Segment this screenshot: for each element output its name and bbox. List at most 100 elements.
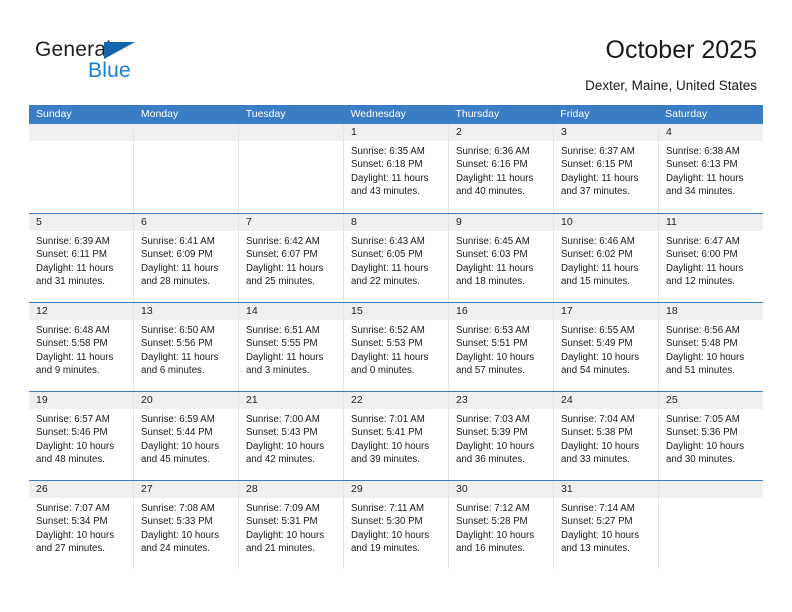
- day-number: 1: [344, 124, 448, 141]
- day-info-line: Sunrise: 7:14 AM: [561, 503, 635, 514]
- day-number: 19: [29, 392, 133, 409]
- day-info-line: Daylight: 10 hours: [36, 440, 115, 452]
- calendar-day-cell[interactable]: 6 Sunrise: 6:41 AM Sunset: 6:09 PM Daylight…: [134, 214, 239, 302]
- calendar-day-cell[interactable]: 19 Sunrise: 6:57 AM Sunset: 5:46 PM Dayligh…: [29, 392, 134, 480]
- day-number: 31: [554, 481, 658, 498]
- day-sun-info: Sunrise: 7:01 AM Sunset: 5:41 PM Daylight:…: [344, 409, 448, 467]
- day-info-line: Daylight: 11 hours: [141, 262, 219, 274]
- day-info-line: Daylight: 10 hours: [351, 440, 430, 452]
- calendar-day-cell[interactable]: 31 Sunrise: 7:14 AM Sunset: 5:27 PM Dayligh…: [554, 481, 659, 569]
- page-subtitle: Dexter, Maine, United States: [585, 78, 757, 93]
- day-number: 12: [29, 303, 133, 320]
- day-info-line: Sunset: 6:02 PM: [561, 249, 633, 261]
- day-info-line: Sunrise: 6:37 AM: [561, 146, 635, 157]
- day-info-line: Sunrise: 6:41 AM: [141, 236, 215, 247]
- page-title: October 2025: [605, 36, 758, 64]
- day-sun-info: Sunrise: 7:09 AM Sunset: 5:31 PM Daylight:…: [239, 498, 343, 556]
- day-number: 23: [449, 392, 553, 409]
- day-info-line: and 25 minutes.: [246, 276, 315, 288]
- calendar-week-row: 26 Sunrise: 7:07 AM Sunset: 5:34 PM Dayligh…: [29, 480, 763, 569]
- calendar-day-cell[interactable]: 5 Sunrise: 6:39 AM Sunset: 6:11 PM Daylight…: [29, 214, 134, 302]
- day-info-line: Daylight: 11 hours: [561, 172, 639, 184]
- day-number: 15: [344, 303, 448, 320]
- day-info-line: Sunrise: 6:48 AM: [36, 325, 110, 336]
- calendar-day-cell[interactable]: 25 Sunrise: 7:05 AM Sunset: 5:36 PM Dayligh…: [659, 392, 763, 480]
- day-number: 20: [134, 392, 238, 409]
- day-info-line: Sunset: 5:27 PM: [561, 516, 633, 528]
- day-sun-info: Sunrise: 7:03 AM Sunset: 5:39 PM Daylight:…: [449, 409, 553, 467]
- day-info-line: Daylight: 10 hours: [351, 529, 430, 541]
- day-info-line: Daylight: 10 hours: [36, 529, 115, 541]
- calendar-day-cell[interactable]: 16 Sunrise: 6:53 AM Sunset: 5:51 PM Dayligh…: [449, 303, 554, 391]
- day-info-line: and 51 minutes.: [666, 365, 735, 377]
- calendar-day-cell[interactable]: 9 Sunrise: 6:45 AM Sunset: 6:03 PM Daylight…: [449, 214, 554, 302]
- day-info-line: Daylight: 10 hours: [141, 440, 220, 452]
- calendar-day-cell[interactable]: 3 Sunrise: 6:37 AM Sunset: 6:15 PM Daylight…: [554, 124, 659, 213]
- calendar-day-cell[interactable]: 28 Sunrise: 7:09 AM Sunset: 5:31 PM Dayligh…: [239, 481, 344, 569]
- brand-logo[interactable]: General Blue: [35, 38, 195, 86]
- calendar-day-cell[interactable]: 11 Sunrise: 6:47 AM Sunset: 6:00 PM Dayligh…: [659, 214, 763, 302]
- page-header: General Blue October 2025 Dexter, Maine,…: [0, 0, 792, 100]
- calendar-day-cell[interactable]: 26 Sunrise: 7:07 AM Sunset: 5:34 PM Dayligh…: [29, 481, 134, 569]
- day-info-line: Daylight: 11 hours: [36, 351, 114, 363]
- day-info-line: and 12 minutes.: [666, 276, 735, 288]
- day-info-line: and 34 minutes.: [666, 186, 735, 198]
- day-sun-info: Sunrise: 6:35 AM Sunset: 6:18 PM Daylight:…: [344, 141, 448, 199]
- day-number: [134, 124, 238, 141]
- calendar-day-cell[interactable]: 20 Sunrise: 6:59 AM Sunset: 5:44 PM Dayligh…: [134, 392, 239, 480]
- calendar-day-cell[interactable]: 30 Sunrise: 7:12 AM Sunset: 5:28 PM Dayligh…: [449, 481, 554, 569]
- calendar-day-cell[interactable]: 27 Sunrise: 7:08 AM Sunset: 5:33 PM Dayligh…: [134, 481, 239, 569]
- day-info-line: Daylight: 11 hours: [141, 351, 219, 363]
- day-info-line: Daylight: 11 hours: [351, 262, 429, 274]
- day-sun-info: Sunrise: 6:59 AM Sunset: 5:44 PM Daylight:…: [134, 409, 238, 467]
- day-sun-info: Sunrise: 7:12 AM Sunset: 5:28 PM Daylight:…: [449, 498, 553, 556]
- day-sun-info: Sunrise: 6:42 AM Sunset: 6:07 PM Daylight:…: [239, 231, 343, 289]
- day-info-line: and 42 minutes.: [246, 454, 315, 466]
- day-number: 10: [554, 214, 658, 231]
- calendar-day-cell[interactable]: 10 Sunrise: 6:46 AM Sunset: 6:02 PM Dayligh…: [554, 214, 659, 302]
- day-info-line: Sunrise: 7:07 AM: [36, 503, 110, 514]
- calendar-day-cell[interactable]: 8 Sunrise: 6:43 AM Sunset: 6:05 PM Daylight…: [344, 214, 449, 302]
- calendar-day-cell[interactable]: 1 Sunrise: 6:35 AM Sunset: 6:18 PM Daylight…: [344, 124, 449, 213]
- calendar-day-cell[interactable]: 29 Sunrise: 7:11 AM Sunset: 5:30 PM Dayligh…: [344, 481, 449, 569]
- calendar-day-cell[interactable]: 13 Sunrise: 6:50 AM Sunset: 5:56 PM Dayligh…: [134, 303, 239, 391]
- calendar-day-cell[interactable]: 4 Sunrise: 6:38 AM Sunset: 6:13 PM Daylight…: [659, 124, 763, 213]
- day-number: 4: [659, 124, 763, 141]
- day-info-line: Daylight: 11 hours: [666, 262, 744, 274]
- calendar-day-cell[interactable]: 22 Sunrise: 7:01 AM Sunset: 5:41 PM Dayligh…: [344, 392, 449, 480]
- day-number: 16: [449, 303, 553, 320]
- calendar-day-cell[interactable]: 21 Sunrise: 7:00 AM Sunset: 5:43 PM Dayligh…: [239, 392, 344, 480]
- day-info-line: and 28 minutes.: [141, 276, 210, 288]
- day-info-line: Daylight: 11 hours: [561, 262, 639, 274]
- triangle-icon: [104, 42, 135, 59]
- day-info-line: Daylight: 11 hours: [351, 351, 429, 363]
- day-sun-info: Sunrise: 6:47 AM Sunset: 6:00 PM Daylight:…: [659, 231, 763, 289]
- day-sun-info: Sunrise: 7:04 AM Sunset: 5:38 PM Daylight:…: [554, 409, 658, 467]
- day-sun-info: Sunrise: 7:08 AM Sunset: 5:33 PM Daylight:…: [134, 498, 238, 556]
- day-sun-info: Sunrise: 6:53 AM Sunset: 5:51 PM Daylight:…: [449, 320, 553, 378]
- day-info-line: Daylight: 11 hours: [666, 172, 744, 184]
- calendar-day-cell[interactable]: 18 Sunrise: 6:56 AM Sunset: 5:48 PM Dayligh…: [659, 303, 763, 391]
- calendar-day-cell[interactable]: 24 Sunrise: 7:04 AM Sunset: 5:38 PM Dayligh…: [554, 392, 659, 480]
- calendar-weeks: 1 Sunrise: 6:35 AM Sunset: 6:18 PM Daylight…: [29, 124, 763, 569]
- day-info-line: Sunrise: 6:42 AM: [246, 236, 320, 247]
- calendar-day-cell[interactable]: 14 Sunrise: 6:51 AM Sunset: 5:55 PM Dayligh…: [239, 303, 344, 391]
- calendar-day-cell[interactable]: 2 Sunrise: 6:36 AM Sunset: 6:16 PM Daylight…: [449, 124, 554, 213]
- day-info-line: Daylight: 11 hours: [36, 262, 114, 274]
- day-info-line: and 21 minutes.: [246, 543, 315, 555]
- day-info-line: Sunset: 5:31 PM: [246, 516, 318, 528]
- calendar-day-cell[interactable]: 12 Sunrise: 6:48 AM Sunset: 5:58 PM Dayligh…: [29, 303, 134, 391]
- calendar-day-cell[interactable]: 23 Sunrise: 7:03 AM Sunset: 5:39 PM Dayligh…: [449, 392, 554, 480]
- day-info-line: Sunrise: 6:56 AM: [666, 325, 740, 336]
- day-info-line: Sunset: 5:43 PM: [246, 427, 318, 439]
- day-info-line: and 30 minutes.: [666, 454, 735, 466]
- calendar-day-cell[interactable]: 15 Sunrise: 6:52 AM Sunset: 5:53 PM Dayligh…: [344, 303, 449, 391]
- day-sun-info: Sunrise: 6:50 AM Sunset: 5:56 PM Daylight:…: [134, 320, 238, 378]
- calendar-day-cell[interactable]: 17 Sunrise: 6:55 AM Sunset: 5:49 PM Dayligh…: [554, 303, 659, 391]
- calendar-day-cell[interactable]: 7 Sunrise: 6:42 AM Sunset: 6:07 PM Daylight…: [239, 214, 344, 302]
- day-info-line: and 57 minutes.: [456, 365, 525, 377]
- calendar-week-row: 12 Sunrise: 6:48 AM Sunset: 5:58 PM Dayligh…: [29, 302, 763, 391]
- day-number: 5: [29, 214, 133, 231]
- day-info-line: Sunset: 5:28 PM: [456, 516, 528, 528]
- day-info-line: Sunset: 6:16 PM: [456, 159, 528, 171]
